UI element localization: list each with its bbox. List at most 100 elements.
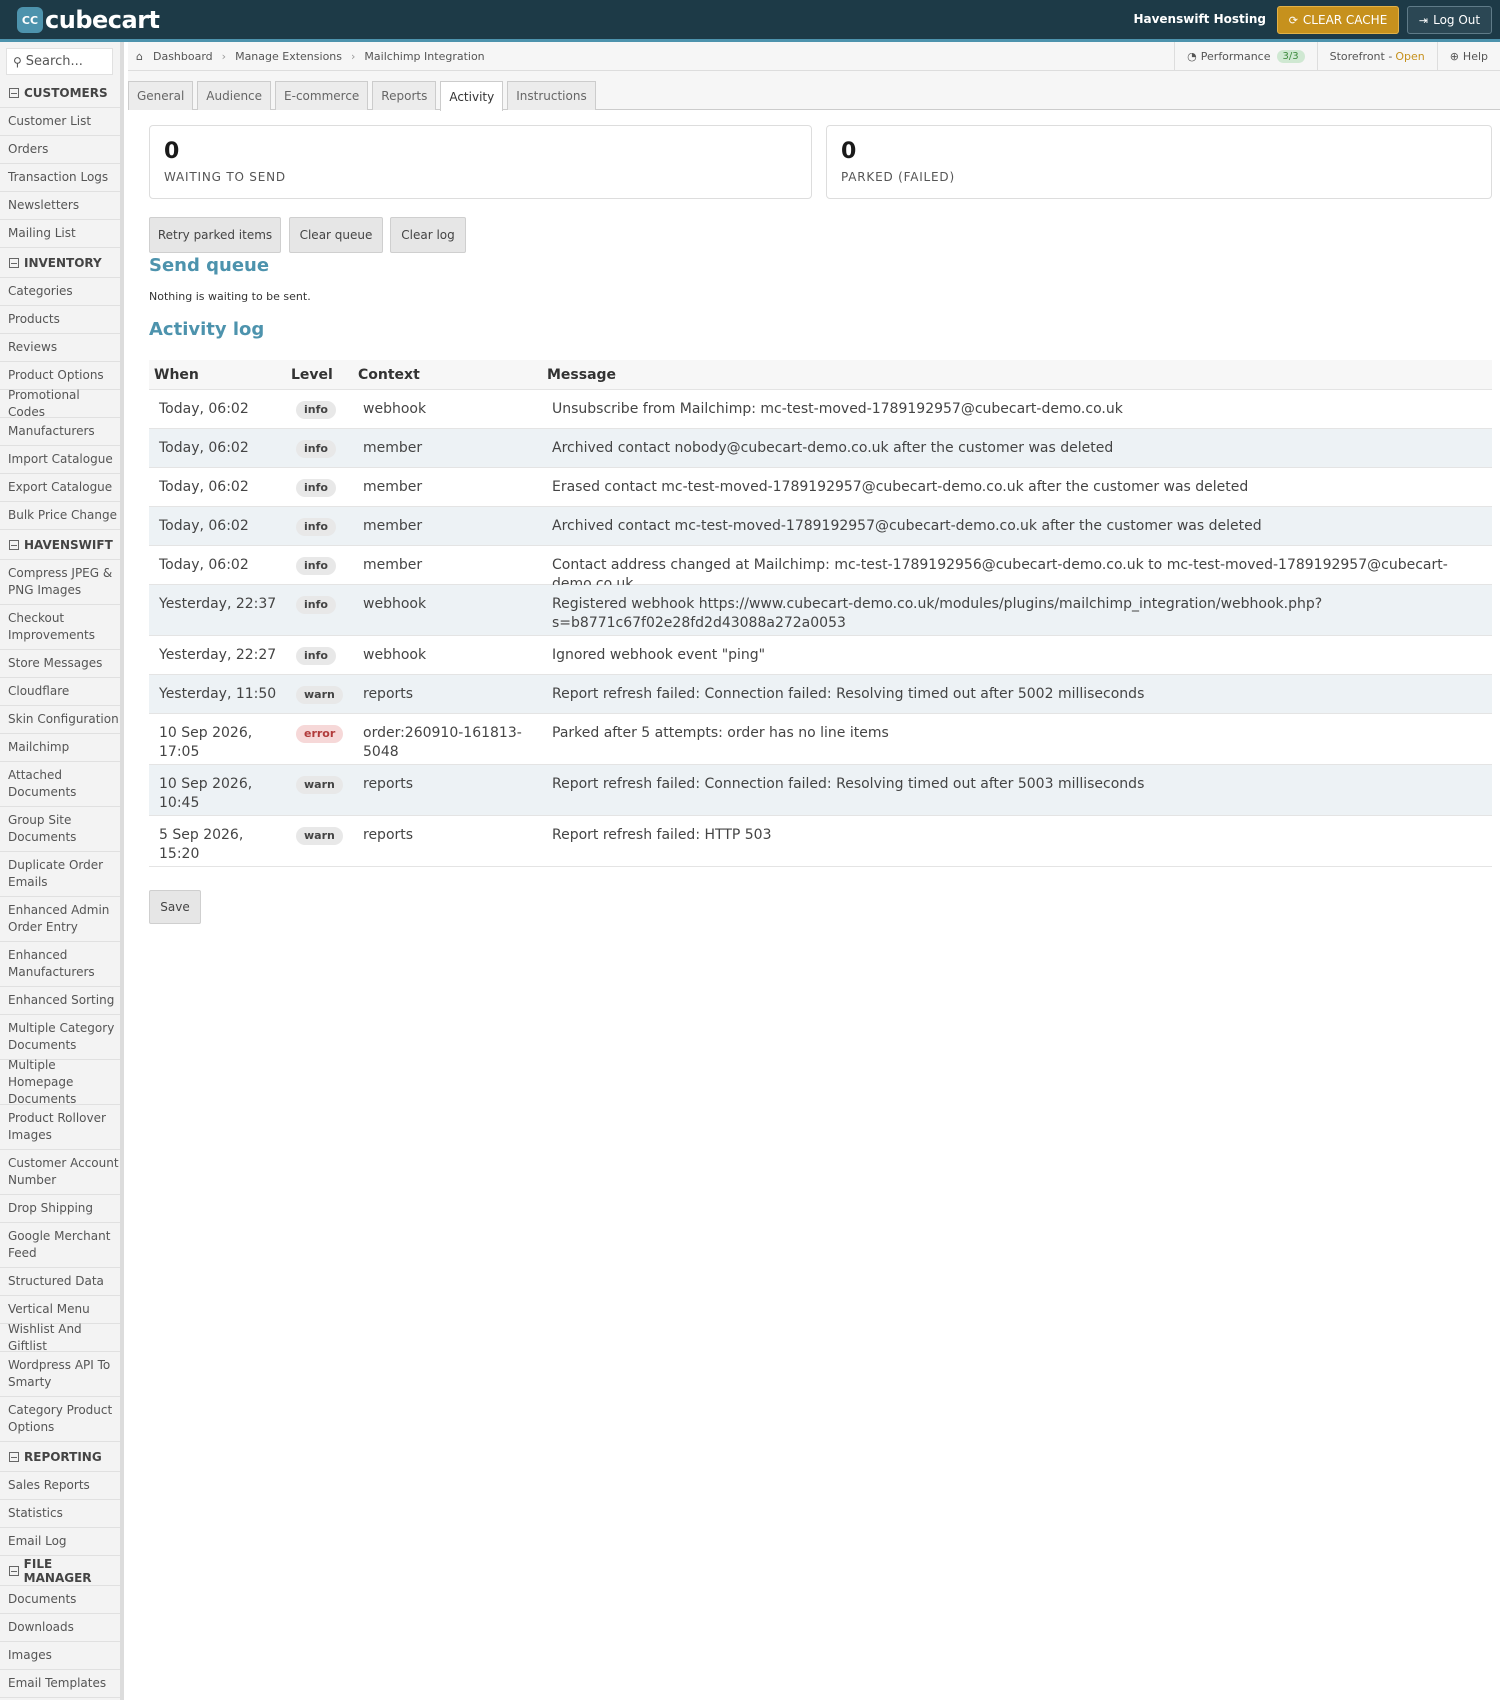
sidebar-nav: CUSTOMERS Customer List Orders Transaction … [0,78,120,1698]
sidebar-item-product-rollover-images[interactable]: Product Rollover Images [0,1105,120,1150]
level-badge: info [296,479,336,497]
save-button[interactable]: Save [149,890,201,924]
tab-reports[interactable]: Reports [372,81,437,110]
sidebar-item-statistics[interactable]: Statistics [0,1500,120,1528]
sidebar-item-store-messages[interactable]: Store Messages [0,650,120,678]
sidebar-item-categories[interactable]: Categories [0,278,120,306]
sidebar-item-manufacturers[interactable]: Manufacturers [0,418,120,446]
sidebar-item-multiple-category-documents[interactable]: Multiple Category Documents [0,1015,120,1060]
table-row: Yesterday, 22:27 info webhook Ignored webho… [149,636,1492,675]
activity-log-table: Today, 06:02 info webhook Unsubscribe from … [149,390,1492,867]
sidebar-section-file-manager[interactable]: FILE MANAGER [0,1556,120,1586]
table-row: Today, 06:02 info member Contact address ch… [149,546,1492,592]
tab-audience[interactable]: Audience [197,81,272,110]
sidebar-item-compress-jpeg-png-images[interactable]: Compress JPEG & PNG Images [0,560,120,605]
column-when[interactable]: When [154,367,199,383]
home-icon[interactable]: ⌂ [136,50,143,63]
sidebar-item-structured-data[interactable]: Structured Data [0,1268,120,1296]
tab-bar: General Audience E-commerce Reports Activity… [128,71,1500,111]
sidebar-section-title: INVENTORY [24,255,102,270]
search-input[interactable]: ⚲ Search... [6,48,113,75]
sidebar-item-promotional-codes[interactable]: Promotional Codes [0,388,120,419]
column-context[interactable]: Context [358,367,420,383]
sidebar-item-export-catalogue[interactable]: Export Catalogue [0,474,120,502]
cell-context: webhook [363,401,427,417]
collapse-icon [9,257,19,268]
waiting-to-send-card: 0 WAITING TO SEND [149,125,812,199]
tab-activity[interactable]: Activity [440,81,504,111]
sidebar-item-newsletters[interactable]: Newsletters [0,192,120,220]
level-badge: warn [296,827,343,845]
sidebar-item-orders[interactable]: Orders [0,136,120,164]
column-message[interactable]: Message [547,367,616,383]
sidebar-item-documents[interactable]: Documents [0,1586,120,1614]
sidebar-item-enhanced-sorting[interactable]: Enhanced Sorting [0,987,120,1015]
sidebar-item-images[interactable]: Images [0,1642,120,1670]
sidebar-item-bulk-price-change[interactable]: Bulk Price Change [0,502,120,530]
breadcrumb-manage-extensions[interactable]: Manage Extensions [235,50,342,63]
cubecart-logo[interactable]: CC cubecart [17,6,160,34]
sidebar-item-attached-documents[interactable]: Attached Documents [0,762,120,807]
collapse-icon [9,1451,19,1462]
sidebar-item-mailchimp[interactable]: Mailchimp [0,734,120,762]
cell-when: Today, 06:02 [159,440,249,456]
sidebar-item-enhanced-manufacturers[interactable]: Enhanced Manufacturers [0,942,120,987]
sidebar-section-inventory[interactable]: INVENTORY [0,248,120,278]
sidebar-item-transaction-logs[interactable]: Transaction Logs [0,164,120,192]
sidebar-item-multiple-homepage-documents[interactable]: Multiple Homepage Documents [0,1058,120,1106]
sidebar-item-cloudflare[interactable]: Cloudflare [0,678,120,706]
level-badge: warn [296,686,343,704]
tab-instructions[interactable]: Instructions [507,81,596,110]
sidebar-item-reviews[interactable]: Reviews [0,334,120,362]
sidebar-item-group-site-documents[interactable]: Group Site Documents [0,807,120,852]
clear-log-button[interactable]: Clear log [390,217,466,253]
cell-context: reports [363,686,414,702]
clear-cache-button[interactable]: ⟳ CLEAR CACHE [1277,6,1399,34]
retry-parked-button[interactable]: Retry parked items [149,217,281,253]
sidebar-item-google-merchant-feed[interactable]: Google Merchant Feed [0,1223,120,1268]
column-level[interactable]: Level [291,367,333,383]
table-row: 10 Sep 2026, 17:05 error order:260910-1618… [149,714,1492,765]
cubecart-logo-icon: CC [17,7,43,33]
sidebar-item-email-log[interactable]: Email Log [0,1528,120,1556]
sidebar-item-customer-account-number[interactable]: Customer Account Number [0,1150,120,1195]
sidebar-item-duplicate-order-emails[interactable]: Duplicate Order Emails [0,852,120,897]
table-row: Yesterday, 11:50 warn reports Report refres… [149,675,1492,714]
sidebar-item-skin-configuration[interactable]: Skin Configuration [0,706,120,734]
sidebar-item-email-templates[interactable]: Email Templates [0,1670,120,1698]
waiting-label: WAITING TO SEND [164,170,286,184]
sidebar-item-checkout-improvements[interactable]: Checkout Improvements [0,605,120,650]
sidebar-item-mailing-list[interactable]: Mailing List [0,220,120,248]
sidebar-item-sales-reports[interactable]: Sales Reports [0,1472,120,1500]
cell-when: 10 Sep 2026, 10:45 [159,776,253,811]
logo-text: cubecart [45,6,160,34]
tab-e-commerce[interactable]: E-commerce [275,81,369,110]
breadcrumb-dashboard[interactable]: Dashboard [153,50,213,63]
cell-when: Today, 06:02 [159,557,249,573]
tab-general[interactable]: General [128,81,194,110]
sidebar-section-havenswift[interactable]: HAVENSWIFT [0,530,120,560]
sidebar-item-category-product-options[interactable]: Category Product Options [0,1397,120,1442]
sidebar-section-reporting[interactable]: REPORTING [0,1442,120,1472]
logout-button[interactable]: ⇥ Log Out [1407,6,1492,34]
clear-queue-button[interactable]: Clear queue [289,217,383,253]
parked-count: 0 [841,139,857,164]
collapse-icon [9,539,19,550]
help-link[interactable]: ⊕ Help [1436,42,1500,71]
sidebar-item-products[interactable]: Products [0,306,120,334]
clear-cache-label: CLEAR CACHE [1302,13,1388,27]
breadcrumb-current[interactable]: Mailchimp Integration [364,50,484,63]
sidebar-item-wishlist-and-giftlist[interactable]: Wishlist And Giftlist [0,1322,120,1353]
table-row: Today, 06:02 info member Archived contact m… [149,507,1492,546]
sidebar-item-downloads[interactable]: Downloads [0,1614,120,1642]
sidebar-item-wordpress-api-to-smarty[interactable]: Wordpress API To Smarty [0,1352,120,1397]
sidebar-section-title: HAVENSWIFT [24,537,113,552]
sidebar-section-customers[interactable]: CUSTOMERS [0,78,120,108]
sidebar-item-drop-shipping[interactable]: Drop Shipping [0,1195,120,1223]
sidebar-item-customer-list[interactable]: Customer List [0,108,120,136]
performance-link[interactable]: ◔ Performance 3/3 [1174,42,1316,71]
sidebar-item-enhanced-admin-order-entry[interactable]: Enhanced Admin Order Entry [0,897,120,942]
sidebar-item-import-catalogue[interactable]: Import Catalogue [0,446,120,474]
storefront-link[interactable]: Storefront - Open [1316,42,1437,71]
cell-when: 5 Sep 2026, 15:20 [159,827,244,862]
